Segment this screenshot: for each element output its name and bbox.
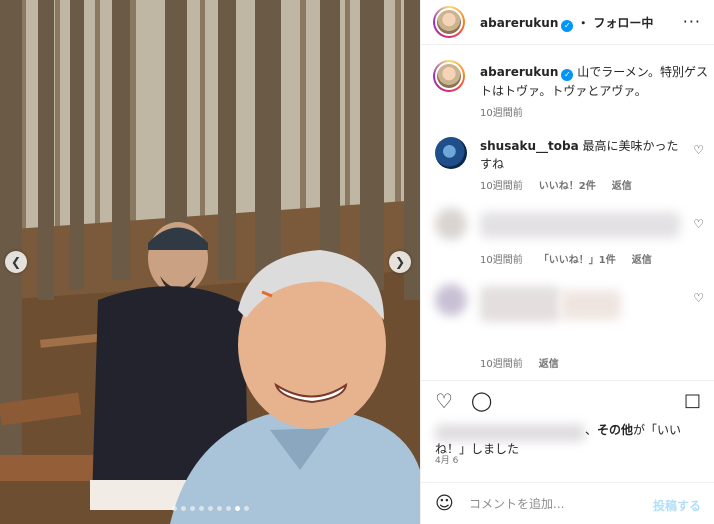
caption-time: 10週間前 xyxy=(480,108,523,119)
follow-status-button[interactable]: ・ フォロー中 xyxy=(577,16,653,30)
carousel-dot xyxy=(207,506,213,511)
comment-bubble-icon[interactable]: ◯ xyxy=(471,390,492,412)
author-avatar[interactable] xyxy=(433,6,465,38)
comment-avatar-blurred xyxy=(435,208,467,240)
carousel-next-button[interactable]: ❯ xyxy=(389,251,411,273)
post-panel: abarerukun ✓ ・ フォロー中 ··· abarerukun ✓ 山でラー… xyxy=(420,0,714,524)
post-photo[interactable]: ❮ ❯ xyxy=(0,0,420,524)
comment-meta: 10週間前 いいね！2件 返信 xyxy=(480,177,632,192)
comment-text-blurred xyxy=(561,290,621,320)
bookmark-icon[interactable]: □ xyxy=(684,390,701,412)
comment-text-blurred xyxy=(480,286,560,322)
likes-text: が「いいね！」しました xyxy=(435,423,682,456)
carousel-dot xyxy=(198,506,204,511)
carousel-dot xyxy=(225,506,231,511)
post-comment-button[interactable]: 投稿する xyxy=(653,497,701,514)
like-heart-icon[interactable]: ♡ xyxy=(435,390,453,412)
carousel-dot xyxy=(189,506,195,511)
comment-time: 10週間前 xyxy=(480,255,523,266)
header-line: abarerukun ✓ ・ フォロー中 xyxy=(480,14,653,32)
carousel-prev-button[interactable]: ❮ xyxy=(5,251,27,273)
carousel-dot xyxy=(171,506,177,511)
reply-button[interactable]: 返信 xyxy=(539,355,559,370)
comment-item: shusaku__toba 最高に美味かったすね xyxy=(480,137,690,173)
carousel-indicator xyxy=(0,506,420,511)
comment-likes[interactable]: 「いいね！」1件 xyxy=(539,251,616,266)
chevron-right-icon: ❯ xyxy=(394,255,406,269)
comment-time: 10週間前 xyxy=(480,359,523,370)
caption: abarerukun ✓ 山でラーメン。特別ゲストはトヴァ。トヴァとアヴァ。 xyxy=(480,63,708,101)
heart-icon[interactable]: ♡ xyxy=(693,143,704,157)
carousel-dot-active xyxy=(234,506,240,511)
heart-icon[interactable]: ♡ xyxy=(693,291,704,305)
comment-avatar-blurred xyxy=(435,284,467,316)
carousel-dot xyxy=(216,506,222,511)
chevron-left-icon: ❮ xyxy=(10,255,22,269)
comment-text-blurred xyxy=(480,212,680,238)
likes-comma: 、 xyxy=(585,423,598,437)
comment-input[interactable] xyxy=(469,493,639,515)
comment-meta: 10週間前 返信 xyxy=(480,355,559,370)
comment-avatar[interactable] xyxy=(435,137,467,169)
carousel-dot xyxy=(243,506,249,511)
more-options-icon[interactable]: ··· xyxy=(683,12,701,31)
likes-summary: 、その他が「いいね！」しました xyxy=(435,421,703,459)
action-bar: ♡ ◯ □ xyxy=(421,380,714,420)
post-header: abarerukun ✓ ・ フォロー中 ··· xyxy=(421,0,714,45)
comment-time: 10週間前 xyxy=(480,181,523,192)
caption-username[interactable]: abarerukun xyxy=(480,65,558,79)
comment-likes[interactable]: いいね！2件 xyxy=(539,177,596,192)
comment-username[interactable]: shusaku__toba xyxy=(480,139,579,153)
likes-others-link[interactable]: その他 xyxy=(597,423,633,437)
forest-scene xyxy=(0,0,420,524)
comment-meta: 10週間前 「いいね！」1件 返信 xyxy=(480,251,652,266)
verified-badge-icon: ✓ xyxy=(561,20,574,32)
reply-button[interactable]: 返信 xyxy=(632,251,652,266)
verified-badge-icon: ✓ xyxy=(561,69,574,81)
post-date: 4月 6 xyxy=(435,456,459,466)
carousel-dot xyxy=(180,506,186,511)
author-username[interactable]: abarerukun xyxy=(480,16,558,30)
emoji-icon[interactable]: ☺ xyxy=(435,493,454,514)
caption-avatar[interactable] xyxy=(433,60,465,92)
heart-icon[interactable]: ♡ xyxy=(693,217,704,231)
comment-box: ☺ 投稿する xyxy=(421,482,714,524)
reply-button[interactable]: 返信 xyxy=(612,177,632,192)
